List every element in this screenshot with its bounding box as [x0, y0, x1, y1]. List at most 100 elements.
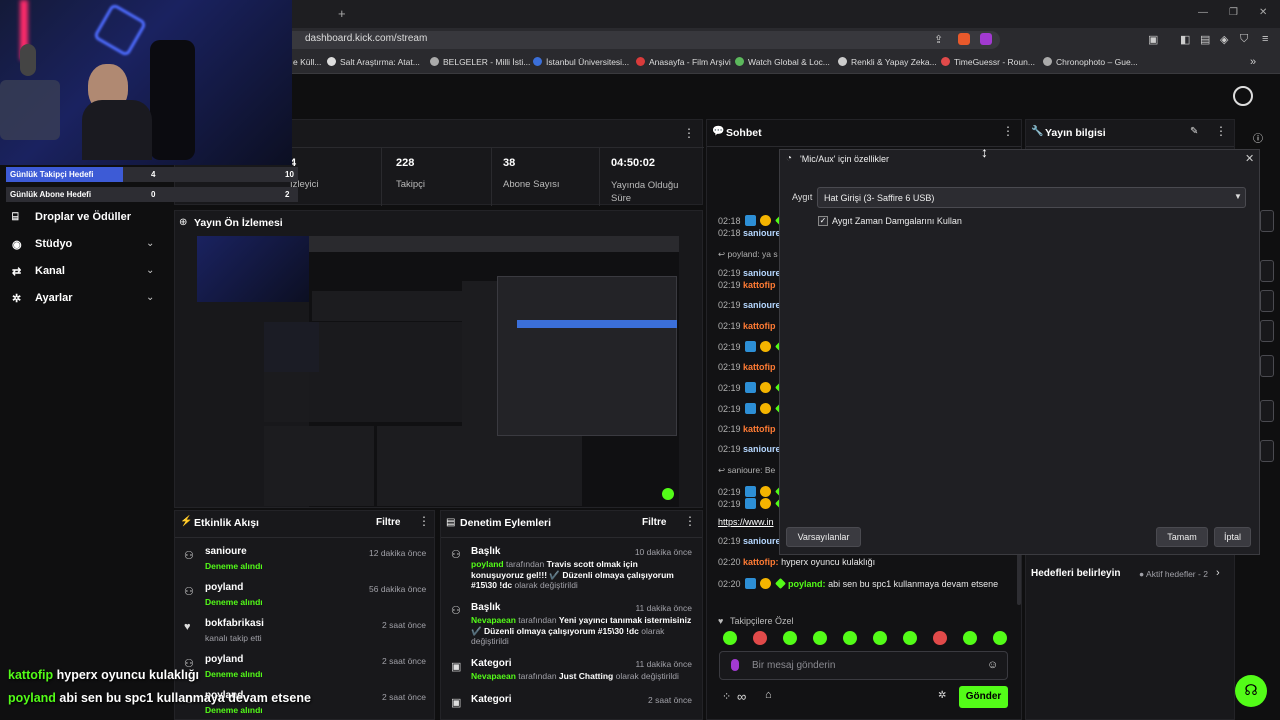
- chat-message[interactable]: 02:20 poyland: abi sen bu spc1 kullanmay…: [718, 578, 998, 589]
- rail-button[interactable]: [1260, 260, 1274, 282]
- bookmark-item[interactable]: BELGELER - Milli İsti...: [430, 57, 530, 67]
- stream-info-more-icon[interactable]: ⋮: [1215, 124, 1227, 138]
- chevron-right-icon[interactable]: ›: [1216, 567, 1220, 579]
- bookmark-item[interactable]: Anasayfa - Film Arşivi: [636, 57, 731, 67]
- emote-icon[interactable]: [783, 631, 797, 645]
- timestamp-checkbox[interactable]: ✓: [818, 216, 828, 226]
- chat-message[interactable]: 02:19 kattofip: [718, 424, 776, 434]
- emote-icon[interactable]: [933, 631, 947, 645]
- chat-more-icon[interactable]: ⋮: [1002, 124, 1014, 138]
- close-window-icon[interactable]: ✕: [1259, 7, 1267, 18]
- url-text[interactable]: dashboard.kick.com/stream: [305, 33, 427, 44]
- menu-icon[interactable]: ≡: [1262, 33, 1268, 45]
- wallet-icon[interactable]: ▣: [1148, 33, 1158, 46]
- chat-time: 02:19: [718, 280, 741, 290]
- activity-filter-button[interactable]: Filtre: [376, 517, 400, 528]
- chat-message[interactable]: 02:20 kattofip: hyperx oyuncu kulaklığı: [718, 557, 875, 567]
- minimize-icon[interactable]: —: [1198, 7, 1208, 18]
- moderation-value: Just Chatting: [558, 671, 614, 681]
- chat-message[interactable]: ↩ sanioure: Be: [718, 465, 775, 476]
- vpn-icon[interactable]: ◈: [1220, 33, 1228, 46]
- microphone-icon[interactable]: [731, 659, 739, 671]
- chat-username[interactable]: kattofip: [743, 321, 776, 331]
- bookmark-item[interactable]: Watch Global & Loc...: [735, 57, 830, 67]
- chat-message[interactable]: 02:19 kattofip: [718, 362, 776, 372]
- chat-settings-icon[interactable]: ✲: [938, 690, 946, 701]
- dialog-close-icon[interactable]: ✕: [1245, 152, 1254, 165]
- bookmark-item[interactable]: İstanbul Üniversitesi...: [533, 57, 629, 67]
- chat-message[interactable]: 02:19 sanioure: [718, 444, 781, 454]
- edit-icon[interactable]: ✎: [1190, 126, 1198, 137]
- active-goals-link[interactable]: ● Aktif hedefler - 2: [1139, 569, 1208, 579]
- send-button[interactable]: Gönder: [959, 686, 1008, 708]
- chat-username[interactable]: sanioure: [743, 444, 781, 454]
- rail-button[interactable]: [1260, 400, 1274, 422]
- rail-button[interactable]: [1260, 355, 1274, 377]
- dots-icon[interactable]: ⁘: [722, 690, 731, 703]
- chat-message[interactable]: ↩ poyland: ya s: [718, 249, 778, 260]
- bookmarks-overflow-icon[interactable]: »: [1250, 56, 1256, 68]
- rail-button[interactable]: [1260, 210, 1274, 232]
- brave-rewards-icon[interactable]: [980, 33, 992, 45]
- chat-username[interactable]: poyland:: [788, 579, 826, 589]
- chat-username[interactable]: kattofip:: [743, 557, 779, 567]
- emote-icon[interactable]: [753, 631, 767, 645]
- shield-icon[interactable]: ⛉: [1240, 33, 1248, 46]
- bookmark-item[interactable]: e Küll...: [293, 57, 321, 67]
- chat-username[interactable]: kattofip: [743, 362, 776, 372]
- category-icon: ▣: [451, 661, 462, 673]
- share-icon[interactable]: ⇪: [934, 33, 943, 46]
- chat-message[interactable]: 02:19: [718, 486, 788, 497]
- extension-icon[interactable]: ▤: [1200, 33, 1210, 46]
- brave-shield-icon[interactable]: [958, 33, 970, 45]
- emote-icon[interactable]: [813, 631, 827, 645]
- bookmark-item[interactable]: Chronophoto – Gue...: [1043, 57, 1138, 67]
- emoji-picker-icon[interactable]: ☺: [987, 659, 998, 671]
- chat-time: 02:19: [718, 536, 741, 546]
- bookmark-item[interactable]: TimeGuessr - Roun...: [941, 57, 1035, 67]
- bookmark-item[interactable]: Renkli & Yapay Zeka...: [838, 57, 937, 67]
- chat-message[interactable]: 02:18 sanioure:: [718, 228, 784, 238]
- chat-message[interactable]: https://www.in: [718, 517, 774, 527]
- emote-icon[interactable]: [723, 631, 737, 645]
- cancel-button[interactable]: İptal: [1214, 527, 1251, 547]
- chat-username[interactable]: sanioure:: [743, 536, 784, 546]
- defaults-button[interactable]: Varsayılanlar: [786, 527, 861, 547]
- new-tab-icon[interactable]: +: [338, 6, 346, 21]
- chat-message[interactable]: 02:19: [718, 341, 788, 352]
- stream-preview-video[interactable]: [197, 236, 679, 507]
- chat-username[interactable]: sanioure: [743, 268, 781, 278]
- bookmark-item[interactable]: Salt Araştırma: Atat...: [327, 57, 420, 67]
- emote-icon[interactable]: [843, 631, 857, 645]
- chat-message[interactable]: 02:19 kattofip: [718, 280, 776, 290]
- store-icon[interactable]: ⌂: [765, 689, 772, 701]
- rail-button[interactable]: [1260, 320, 1274, 342]
- chat-message[interactable]: 02:19: [718, 382, 788, 393]
- maximize-icon[interactable]: ❐: [1229, 7, 1238, 18]
- rail-button[interactable]: [1260, 290, 1274, 312]
- emote-icon[interactable]: [963, 631, 977, 645]
- ok-button[interactable]: Tamam: [1156, 527, 1208, 547]
- support-icon[interactable]: ☊: [1235, 675, 1267, 707]
- chat-message[interactable]: 02:19: [718, 403, 788, 414]
- emote-icon[interactable]: [873, 631, 887, 645]
- moderation-more-icon[interactable]: ⋮: [684, 514, 696, 528]
- chat-username[interactable]: kattofip: [743, 424, 776, 434]
- emote-icon[interactable]: [993, 631, 1007, 645]
- user-avatar-icon[interactable]: [1233, 86, 1253, 106]
- rail-button[interactable]: [1260, 440, 1274, 462]
- info-icon[interactable]: ⓘ: [1253, 130, 1263, 145]
- chat-username[interactable]: kattofip: [743, 280, 776, 290]
- infinity-icon[interactable]: ∞: [737, 689, 746, 704]
- chat-message[interactable]: 02:19 sanioure: [718, 268, 781, 278]
- emote-icon[interactable]: [903, 631, 917, 645]
- moderation-filter-button[interactable]: Filtre: [642, 517, 666, 528]
- chat-link[interactable]: https://www.in: [718, 517, 774, 527]
- chat-message[interactable]: 02:19 kattofip: [718, 321, 776, 331]
- chat-message[interactable]: 02:19 sanioure:: [718, 300, 784, 310]
- chat-username[interactable]: sanioure:: [743, 300, 784, 310]
- sidebar-toggle-icon[interactable]: ◧: [1180, 33, 1190, 46]
- activity-more-icon[interactable]: ⋮: [418, 514, 430, 528]
- more-options-icon[interactable]: ⋮: [683, 126, 695, 140]
- chat-username[interactable]: sanioure:: [743, 228, 784, 238]
